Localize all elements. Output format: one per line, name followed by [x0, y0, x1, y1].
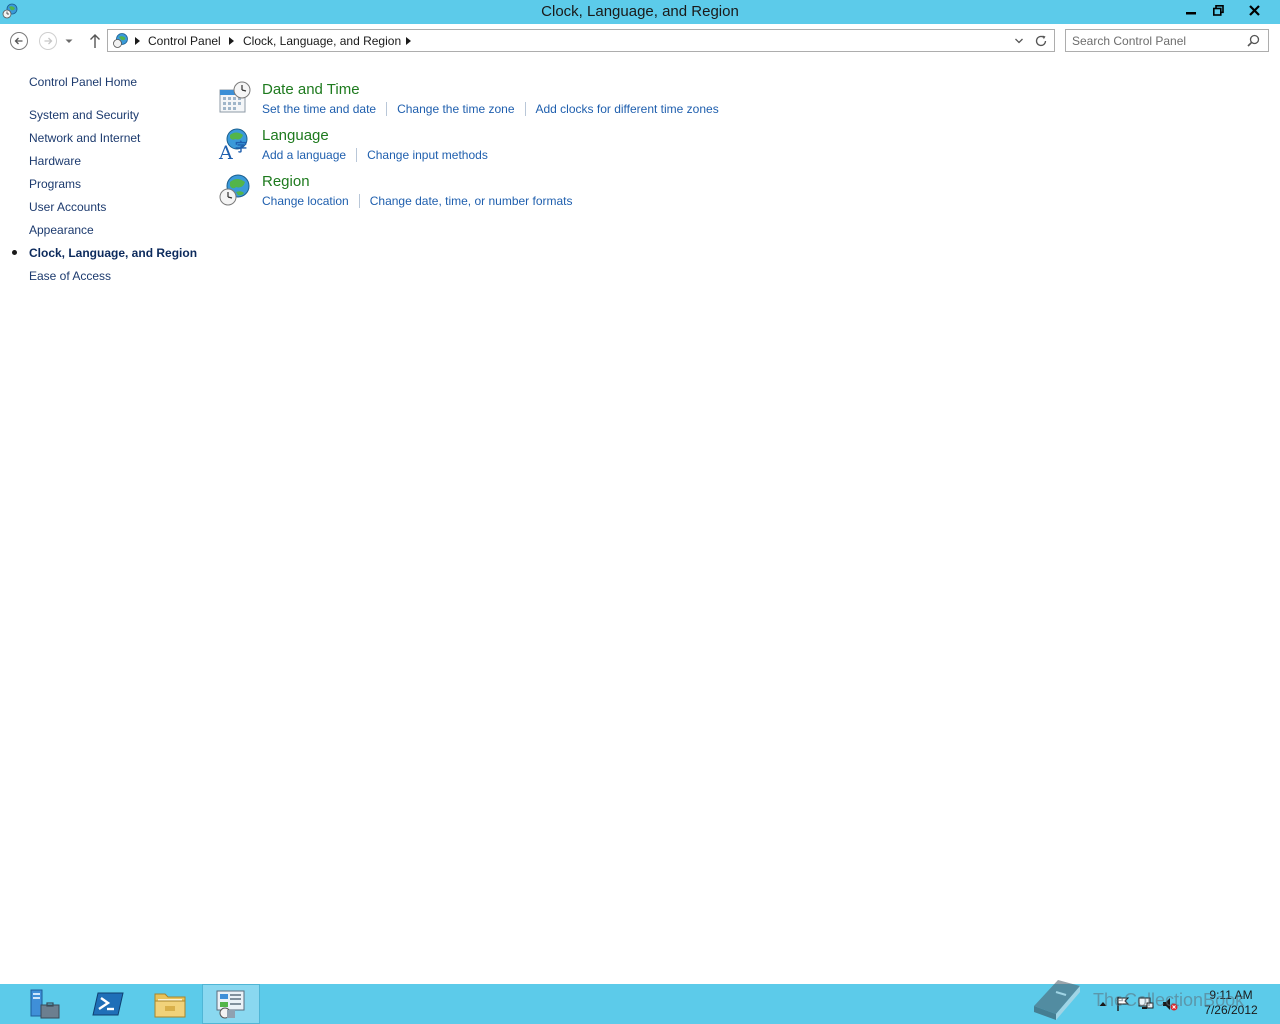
- sidebar-item-hardware[interactable]: Hardware: [29, 154, 81, 168]
- search-box[interactable]: [1065, 29, 1269, 52]
- set-time-and-date-link[interactable]: Set the time and date: [262, 102, 376, 116]
- control-panel-home-link[interactable]: Control Panel Home: [29, 75, 137, 89]
- breadcrumb-clock-language-region[interactable]: Clock, Language, and Region: [243, 34, 401, 48]
- add-clocks-link[interactable]: Add clocks for different time zones: [536, 102, 719, 116]
- sidebar-item-ease-of-access[interactable]: Ease of Access: [29, 269, 111, 283]
- window-title: Clock, Language, and Region: [541, 3, 739, 20]
- sidebar-item-user-accounts[interactable]: User Accounts: [29, 200, 106, 214]
- up-arrow-icon: [90, 34, 100, 48]
- taskbar-file-explorer[interactable]: [141, 984, 199, 1024]
- chevron-down-icon: [65, 39, 73, 43]
- minimize-icon: [1186, 12, 1196, 15]
- book-logo-icon: [1034, 980, 1080, 1020]
- date-and-time-title-link[interactable]: Date and Time: [262, 81, 360, 98]
- region-globe-clock-icon[interactable]: [218, 173, 252, 207]
- change-location-link[interactable]: Change location: [262, 194, 349, 208]
- search-input[interactable]: [1072, 33, 1242, 49]
- file-explorer-icon: [154, 993, 186, 1018]
- svg-text:字: 字: [235, 139, 247, 154]
- calendar-clock-icon[interactable]: [218, 81, 252, 115]
- recent-locations-button[interactable]: [62, 31, 76, 51]
- sidebar-item-system-and-security[interactable]: System and Security: [29, 108, 139, 122]
- address-bar[interactable]: Control Panel Clock, Language, and Regio…: [107, 29, 1055, 52]
- breadcrumb-separator-icon[interactable]: [135, 37, 140, 45]
- powershell-icon: [92, 992, 124, 1016]
- navigation-bar: Control Panel Clock, Language, and Regio…: [0, 24, 1280, 58]
- restore-icon: [1212, 4, 1224, 16]
- breadcrumb-separator-icon[interactable]: [229, 37, 234, 45]
- svg-text:A: A: [218, 142, 233, 161]
- watermark-text: TheCollectionBook: [1093, 990, 1245, 1010]
- region-title-link[interactable]: Region: [262, 173, 310, 190]
- link-separator: [386, 102, 388, 116]
- taskbar-control-panel[interactable]: [202, 984, 260, 1024]
- language-globe-icon[interactable]: A 字: [218, 127, 252, 161]
- breadcrumb-separator-icon[interactable]: [406, 37, 411, 45]
- title-bar: Clock, Language, and Region: [0, 0, 1280, 24]
- language-title-link[interactable]: Language: [262, 127, 329, 144]
- sidebar-item-clock-language-and-region[interactable]: Clock, Language, and Region: [29, 246, 197, 260]
- change-time-zone-link[interactable]: Change the time zone: [397, 102, 514, 116]
- control-panel-icon: [216, 990, 245, 1019]
- sidebar-item-appearance[interactable]: Appearance: [29, 223, 94, 237]
- refresh-icon[interactable]: [1034, 34, 1048, 48]
- link-separator: [358, 194, 360, 208]
- sidebar-item-programs[interactable]: Programs: [29, 177, 81, 191]
- add-a-language-link[interactable]: Add a language: [262, 148, 346, 162]
- sidebar-item-network-and-internet[interactable]: Network and Internet: [29, 131, 140, 145]
- close-icon: [1249, 4, 1260, 16]
- back-arrow-icon: [10, 32, 28, 50]
- link-separator: [356, 148, 358, 162]
- close-button[interactable]: [1232, 0, 1277, 20]
- control-panel-location-icon: [113, 33, 128, 48]
- change-formats-link[interactable]: Change date, time, or number formats: [370, 194, 573, 208]
- server-manager-icon: [30, 989, 60, 1019]
- breadcrumb-control-panel[interactable]: Control Panel: [148, 34, 221, 48]
- forward-button[interactable]: [38, 31, 58, 51]
- search-icon[interactable]: [1247, 34, 1260, 47]
- forward-arrow-icon: [39, 32, 57, 50]
- up-button[interactable]: [85, 31, 105, 51]
- taskbar-server-manager[interactable]: [16, 984, 74, 1024]
- back-button[interactable]: [9, 31, 29, 51]
- change-input-methods-link[interactable]: Change input methods: [367, 148, 488, 162]
- address-dropdown-chevron-icon[interactable]: [1014, 36, 1024, 46]
- active-item-bullet-icon: [12, 250, 17, 255]
- watermark: TheCollectionBook: [1030, 976, 1270, 1022]
- link-separator: [524, 102, 526, 116]
- minimize-button[interactable]: [1178, 0, 1204, 20]
- taskbar-powershell[interactable]: [79, 984, 137, 1024]
- restore-button[interactable]: [1205, 0, 1231, 20]
